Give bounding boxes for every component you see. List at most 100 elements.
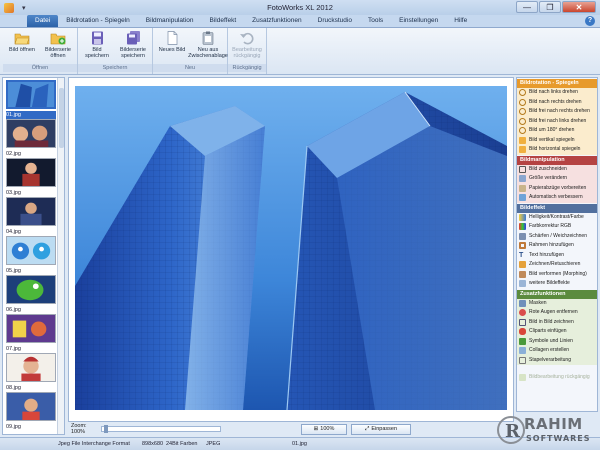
floppy-icon [92, 31, 103, 45]
new-from-clipboard-label: Neu aus Zwischenablage [188, 47, 228, 59]
brightness-icon [519, 213, 526, 221]
ribbon: Bild öffnen Bilderserie öffnen Öffnen Bi… [0, 28, 600, 75]
zoom-100-button[interactable]: ⊞ 100% [301, 423, 347, 435]
fit-label: Einpassen [371, 426, 398, 432]
masks-item[interactable]: Masken [517, 299, 597, 309]
new-image-button[interactable]: Neues Bild [155, 30, 189, 64]
save-series-button[interactable]: Bilderserie speichern [116, 30, 150, 64]
print-prep-icon [519, 184, 526, 192]
batch-icon [519, 356, 526, 364]
thumbnail-name: 09.jpg [6, 424, 21, 430]
thumbnail-item[interactable]: 07.jpg [6, 314, 56, 353]
picture-in-picture-item[interactable]: Bild in Bild zeichnen [517, 318, 597, 328]
open-series-label: Bilderserie öffnen [45, 47, 71, 59]
tab-einstellungen[interactable]: Einstellungen [391, 15, 446, 27]
save-image-button[interactable]: Bild speichern [80, 30, 114, 64]
picture-in-picture-icon [519, 318, 526, 326]
thumbnail-item[interactable]: 03.jpg [6, 158, 56, 197]
svg-text:R: R [505, 421, 521, 442]
group-label-neu: Neu [153, 64, 227, 72]
thumbnail-item[interactable]: 09.jpg [6, 392, 56, 431]
tab-hilfe[interactable]: Hilfe [446, 15, 475, 27]
resize-item[interactable]: Größe verändern [517, 174, 597, 184]
image-canvas[interactable] [68, 77, 514, 422]
watermark-line2: SOFTWARES [526, 434, 591, 443]
thumbnail-image [6, 314, 56, 343]
zoom-slider-handle[interactable] [104, 425, 108, 433]
flip-vertical-item[interactable]: Bild vertikal spiegeln [517, 136, 597, 146]
batch-item[interactable]: Stapelverarbeitung [517, 356, 597, 366]
text-item[interactable]: T Text hinzufügen [517, 251, 597, 261]
ribbon-group-oeffnen: Bild öffnen Bilderserie öffnen Öffnen [3, 28, 78, 74]
frame-item[interactable]: Rahmen hinzufügen [517, 241, 597, 251]
open-series-button[interactable]: Bilderserie öffnen [41, 30, 75, 64]
flip-horizontal-item[interactable]: Bild horizontal spiegeln [517, 145, 597, 155]
collage-item[interactable]: Collagen erstellen [517, 346, 597, 356]
more-effects-item[interactable]: weitere Bildeffekte [517, 279, 597, 289]
section-header-zusatzfunktionen[interactable]: Zusatzfunktionen [517, 289, 597, 299]
quick-access-dropdown-icon[interactable]: ▾ [22, 4, 26, 12]
crop-item[interactable]: Bild zuschneiden [517, 165, 597, 175]
tab-zusatzfunktionen[interactable]: Zusatzfunktionen [244, 15, 310, 27]
red-eye-item[interactable]: Rote Augen entfernen [517, 308, 597, 318]
new-from-clipboard-button[interactable]: Neu aus Zwischenablage [188, 30, 228, 64]
thumbnail-item[interactable]: 04.jpg [6, 197, 56, 236]
thumbnail-item[interactable]: 08.jpg [6, 353, 56, 392]
tab-datei[interactable]: Datei [27, 15, 59, 27]
save-image-label: Bild speichern [85, 47, 109, 59]
thumbnail-scrollbar[interactable] [57, 78, 64, 434]
rotate-right-item[interactable]: Bild nach rechts drehen [517, 98, 597, 108]
rotate-left-item[interactable]: Bild nach links drehen [517, 88, 597, 98]
brightness-item[interactable]: Helligkeit/Kontrast/Farbe [517, 213, 597, 223]
close-button[interactable]: ✕ [562, 1, 596, 13]
floppy-multi-icon [127, 31, 140, 45]
effects-icon [519, 280, 526, 288]
draw-item[interactable]: Zeichnen/Retuschieren [517, 260, 597, 270]
folder-plus-icon [50, 33, 66, 45]
free-rotate-right-item[interactable]: Bild frei nach rechts drehen [517, 107, 597, 117]
ribbon-group-speichern: Bild speichern Bilderserie speichern Spe… [78, 28, 153, 74]
status-type: JPEG [206, 441, 221, 447]
thumbnail-name: 07.jpg [6, 346, 21, 352]
zoom-bar: Zoom: 100% ⊞ 100% ⤢ Einpassen [68, 423, 514, 435]
thumbnail-name: 06.jpg [6, 307, 21, 313]
section-header-bildeffekt[interactable]: Bildeffekt [517, 203, 597, 213]
tab-tools[interactable]: Tools [360, 15, 391, 27]
fit-button[interactable]: ⤢ Einpassen [351, 423, 411, 435]
print-prep-item[interactable]: Papierabzüge vorbereiten [517, 184, 597, 194]
resize-icon [519, 175, 526, 183]
tab-bildeffekt[interactable]: Bildeffekt [202, 15, 245, 27]
open-image-button[interactable]: Bild öffnen [5, 30, 39, 64]
section-header-bildmanipulation[interactable]: Bildmanipulation [517, 155, 597, 165]
tab-bildrotation[interactable]: Bildrotation - Spiegeln [58, 15, 138, 27]
symbols-lines-item[interactable]: Symbole und Linien [517, 337, 597, 347]
tab-druckstudio[interactable]: Druckstudio [310, 15, 360, 27]
thumbnail-item[interactable]: 01.jpg [6, 80, 56, 119]
auto-enhance-item[interactable]: Automatisch verbessern [517, 193, 597, 203]
ribbon-group-rueckgaengig: Bearbeitung rückgängig Rückgängig [228, 28, 267, 74]
rotate-180-item[interactable]: Bild um 180° drehen [517, 126, 597, 136]
thumbnail-item[interactable]: 02.jpg [6, 119, 56, 158]
app-icon[interactable] [4, 2, 14, 13]
thumbnail-item[interactable]: 06.jpg [6, 275, 56, 314]
morph-icon [519, 270, 526, 278]
thumbnail-item[interactable]: 05.jpg [6, 236, 56, 275]
undo-edit-item[interactable]: Bildbearbeitung rückgängig [517, 373, 597, 383]
tab-bildmanipulation[interactable]: Bildmanipulation [138, 15, 202, 27]
morphing-item[interactable]: Bild verformen (Morphing) [517, 270, 597, 280]
zoom-slider[interactable] [101, 425, 221, 433]
thumbnail-image [6, 197, 56, 226]
new-image-icon [167, 31, 178, 45]
help-icon[interactable]: ? [585, 16, 595, 26]
free-rotate-right-icon [519, 108, 526, 116]
sharpen-item[interactable]: Schärfen / Weichzeichnen [517, 232, 597, 242]
cliparts-item[interactable]: Cliparts einfügen [517, 327, 597, 337]
free-rotate-left-item[interactable]: Bild frei nach links drehen [517, 117, 597, 127]
maximize-button[interactable]: ❐ [539, 1, 561, 13]
minimize-button[interactable]: — [516, 1, 538, 13]
section-header-bildrotation[interactable]: Bildrotation - Spiegeln [517, 79, 597, 88]
undo-button[interactable]: Bearbeitung rückgängig [230, 30, 264, 64]
mask-icon [519, 299, 526, 307]
rgb-correction-item[interactable]: Farbkorrektur RGB [517, 222, 597, 232]
clipboard-icon [202, 31, 214, 45]
